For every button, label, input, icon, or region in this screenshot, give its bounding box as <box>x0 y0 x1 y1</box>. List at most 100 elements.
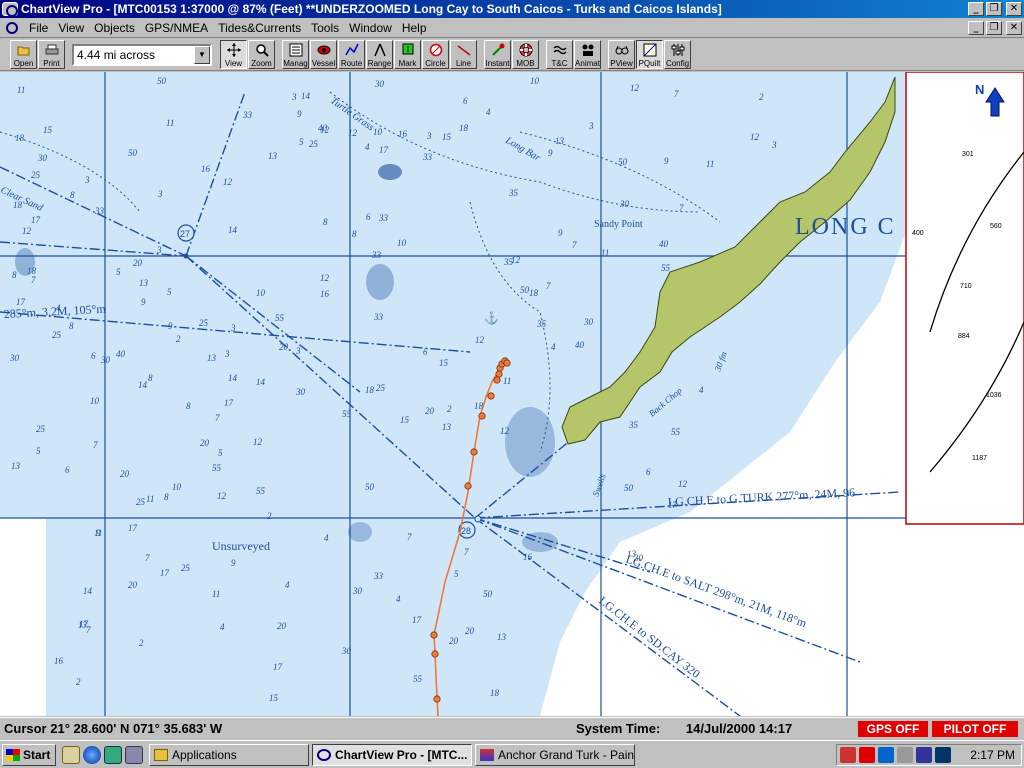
doc-close-button[interactable]: ✕ <box>1006 20 1022 35</box>
instant-button[interactable]: Instant <box>484 40 511 69</box>
pview-button[interactable]: PView <box>608 40 635 69</box>
depth-sounding: 3 <box>157 189 163 199</box>
font-icon[interactable] <box>897 747 913 763</box>
depth-sounding: 25 <box>199 318 209 328</box>
display-icon[interactable] <box>916 747 932 763</box>
depth-sounding: 13 <box>442 422 452 432</box>
pquilt-button[interactable]: PQuilt <box>636 40 663 69</box>
range-button[interactable]: Range <box>366 40 393 69</box>
depth-sounding: 5 <box>167 287 172 297</box>
title-bar[interactable]: ChartView Pro - [MTC00153 1:37000 @ 87% … <box>0 0 1024 18</box>
antivirus-icon[interactable] <box>859 747 875 763</box>
menu-tools[interactable]: Tools <box>306 21 344 35</box>
depth-sounding: 25 <box>181 563 191 573</box>
menu-objects[interactable]: Objects <box>89 21 140 35</box>
menu-file[interactable]: File <box>24 21 53 35</box>
depth-sounding: 3 <box>426 131 432 141</box>
depth-sounding: 50 <box>520 285 530 295</box>
line-button[interactable]: Line <box>450 40 477 69</box>
chevron-down-icon[interactable]: ▼ <box>194 45 210 64</box>
desktop-icon[interactable] <box>104 745 122 764</box>
animate-button[interactable]: Animat <box>574 40 601 69</box>
view-button[interactable]: View <box>220 40 247 69</box>
restore-button[interactable]: ❐ <box>986 2 1002 16</box>
clock[interactable]: 2:17 PM <box>970 748 1015 762</box>
depth-sounding: 12 <box>500 426 510 436</box>
minimize-button[interactable]: _ <box>968 2 984 16</box>
depth-sounding: 8 <box>148 373 153 383</box>
config-button[interactable]: Config <box>664 40 691 69</box>
doc-restore-button[interactable]: ❐ <box>986 20 1002 35</box>
mark-button[interactable]: Mark <box>394 40 421 69</box>
depth-sounding: 33 <box>378 213 389 223</box>
depth-sounding: 12 <box>348 128 358 138</box>
menu-window[interactable]: Window <box>344 21 397 35</box>
paint-icon <box>480 748 494 761</box>
internet-explorer-icon[interactable] <box>83 745 101 764</box>
channels-icon[interactable] <box>125 745 143 764</box>
depth-sounding: 9 <box>96 528 101 538</box>
depth-sounding: 25 <box>309 139 319 149</box>
scale-dropdown[interactable]: 4.44 mi across ▼ <box>72 43 212 66</box>
depth-sounding: 10 <box>256 288 266 298</box>
depth-sounding: 4 <box>324 533 329 543</box>
vessel-button[interactable]: Vessel <box>310 40 337 69</box>
depth-sounding: 16 <box>320 289 330 299</box>
circle-button[interactable]: Circle <box>422 40 449 69</box>
document-icon[interactable] <box>4 21 20 35</box>
network-icon[interactable] <box>878 747 894 763</box>
overview-inset[interactable]: 301 400 560 710 884 1036 1187 N <box>905 72 1024 525</box>
depth-sounding: 8 <box>70 190 75 200</box>
depth-sounding: 8 <box>69 321 74 331</box>
route-button[interactable]: Route <box>338 40 365 69</box>
close-button[interactable]: ✕ <box>1006 2 1022 16</box>
menu-help[interactable]: Help <box>397 21 432 35</box>
depth-sounding: 3 <box>295 346 301 356</box>
depth-sounding: 55 <box>212 463 222 473</box>
depth-sounding: 11 <box>503 376 511 386</box>
depth-sounding: 14 <box>228 225 238 235</box>
tides-currents-button[interactable]: T&C <box>546 40 573 69</box>
start-button[interactable]: Start <box>2 743 56 766</box>
depth-sounding: 20 <box>120 469 130 479</box>
depth-sounding: 2 <box>447 404 452 414</box>
pquilt-icon <box>643 43 657 57</box>
menu-gps-nmea[interactable]: GPS/NMEA <box>140 21 213 35</box>
zoom-button[interactable]: Zoom <box>248 40 275 69</box>
task-chartview[interactable]: ChartView Pro - [MTC... <box>312 743 472 766</box>
print-button[interactable]: Print <box>38 40 65 69</box>
magnifier-icon <box>256 44 269 57</box>
windows-taskbar: Start Applications ChartView Pro - [MTC.… <box>0 740 1024 768</box>
depth-sounding: 30 <box>352 586 363 596</box>
menu-view[interactable]: View <box>53 21 89 35</box>
manage-button[interactable]: Manag <box>282 40 309 69</box>
depth-sounding: 16 <box>201 164 211 174</box>
depth-sounding: 17 <box>412 615 422 625</box>
task-applications[interactable]: Applications <box>149 743 309 766</box>
manage-list-icon <box>289 43 303 57</box>
depth-sounding: 17 <box>160 568 170 578</box>
depth-sounding: 30 <box>100 355 111 365</box>
nautical-chart[interactable]: 1331733312111640211774045121325341097254… <box>0 72 1024 716</box>
depth-sounding: 7 <box>464 547 469 557</box>
depth-sounding: 13 <box>207 353 217 363</box>
printer-icon <box>45 44 59 55</box>
menu-tides-currents[interactable]: Tides&Currents <box>213 21 306 35</box>
gps-status-badge[interactable]: GPS OFF <box>858 721 928 737</box>
depth-sounding: 9 <box>664 156 669 166</box>
depth-sounding: 25 <box>136 497 146 507</box>
doc-minimize-button[interactable]: _ <box>968 20 984 35</box>
mob-button[interactable]: MOB <box>512 40 539 69</box>
pilot-status-badge[interactable]: PILOT OFF <box>932 721 1018 737</box>
app-icon[interactable] <box>2 2 18 17</box>
depth-sounding: 18 <box>27 266 37 276</box>
notepad-icon[interactable] <box>62 745 80 764</box>
task-paint[interactable]: Anchor Grand Turk - Paint <box>475 743 635 766</box>
depth-sounding: 10 <box>397 238 407 248</box>
shield-icon[interactable] <box>840 747 856 763</box>
open-button[interactable]: Open <box>10 40 37 69</box>
nautical-chart-view[interactable]: 13 3 17 33 3 12 11 16 40 2 11 7 7 40 4 5 12 13 25 3 4 10 9 7 25 4… <box>0 72 1024 716</box>
depth-sounding: 25 <box>36 424 46 434</box>
depth-sounding: 7 <box>674 89 679 99</box>
volume-icon[interactable] <box>935 747 951 763</box>
